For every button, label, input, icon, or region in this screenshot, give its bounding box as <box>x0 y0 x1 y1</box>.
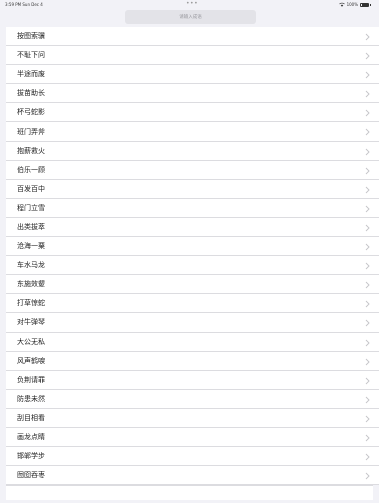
battery-level-fill <box>361 4 369 6</box>
list-item[interactable]: 车水马龙 <box>6 256 379 276</box>
list-item-label: 抱薪救火 <box>17 146 45 155</box>
list-item-label: 邯郸学步 <box>17 452 45 461</box>
list-item-label: 百发百中 <box>17 184 45 193</box>
list-item[interactable]: 风声鹤唳 <box>6 352 379 371</box>
idiom-list: 按图索骥不耻下问半途而废拔苗助长杯弓蛇影班门弄斧抱薪救火伯乐一顾百发百中程门立雪… <box>6 27 379 486</box>
chevron-right-icon <box>365 415 370 423</box>
list-item-label: 风声鹤唳 <box>17 356 45 365</box>
list-item-label: 不耻下问 <box>17 51 45 60</box>
list-item[interactable]: 对牛弹琴 <box>6 313 379 333</box>
search-placeholder: 请输入成语 <box>179 15 202 20</box>
list-item-label: 大公无私 <box>17 337 45 346</box>
wifi-icon <box>338 2 345 7</box>
chevron-right-icon <box>365 205 370 213</box>
chevron-right-icon <box>365 339 370 346</box>
chevron-right-icon <box>365 224 370 232</box>
list-item[interactable]: 东施效颦 <box>6 275 379 295</box>
chevron-right-icon <box>365 472 370 480</box>
list-item-label: 班门弄斧 <box>17 127 45 136</box>
chevron-right-icon <box>365 186 370 194</box>
list-item-label: 画龙点睛 <box>17 433 45 442</box>
list-item-label: 防患未然 <box>17 394 45 403</box>
chevron-right-icon <box>365 71 370 79</box>
status-time-date: 3:59 PM Sun Dec 4 <box>5 2 43 7</box>
list-item[interactable]: 杯弓蛇影 <box>6 103 379 123</box>
list-item[interactable]: 打草惊蛇 <box>6 294 379 314</box>
chevron-right-icon <box>365 300 370 308</box>
list-item[interactable]: 程门立雪 <box>6 199 379 218</box>
list-item[interactable]: 画龙点睛 <box>6 428 379 448</box>
list-item[interactable]: 半途而废 <box>6 65 379 85</box>
list-item-label: 半途而废 <box>17 70 45 79</box>
search-input[interactable]: 请输入成语 <box>125 10 256 24</box>
chevron-right-icon <box>365 262 370 270</box>
list-item-label: 东施效颦 <box>17 280 45 289</box>
list-item[interactable]: 刮目相看 <box>6 409 379 428</box>
list-item-label: 拔苗助长 <box>17 89 45 98</box>
list-item[interactable]: 沧海一粟 <box>6 237 379 257</box>
list-item[interactable]: 大公无私 <box>6 333 379 352</box>
list-item-label: 刮目相看 <box>17 413 45 422</box>
status-bar: 3:59 PM Sun Dec 4 ••• 100% <box>0 0 379 9</box>
list-item-label: 对牛弹琴 <box>17 318 45 327</box>
chevron-right-icon <box>365 358 370 365</box>
chevron-right-icon <box>365 281 370 289</box>
chevron-right-icon <box>365 243 370 251</box>
battery-icon <box>360 2 369 7</box>
chevron-right-icon <box>365 167 370 174</box>
list-item[interactable]: 百发百中 <box>6 180 379 199</box>
chevron-right-icon <box>365 33 370 41</box>
list-item[interactable]: 出类拔萃 <box>6 218 379 238</box>
list-item-label: 杯弓蛇影 <box>17 108 45 117</box>
list-item[interactable]: 邯郸学步 <box>6 447 379 467</box>
chevron-right-icon <box>365 90 370 98</box>
chevron-right-icon <box>365 453 370 461</box>
battery-cap <box>370 3 371 6</box>
list-footer <box>6 485 373 500</box>
list-item-label: 打草惊蛇 <box>17 299 45 308</box>
list-item-label: 负荆请罪 <box>17 375 45 384</box>
list-item[interactable]: 负荆请罪 <box>6 371 379 390</box>
list-item-label: 沧海一粟 <box>17 242 45 251</box>
list-item[interactable]: 拔苗助长 <box>6 84 379 104</box>
chevron-right-icon <box>365 148 370 155</box>
chevron-right-icon <box>365 396 370 404</box>
list-item-label: 出类拔萃 <box>17 222 45 231</box>
status-right-group: 100% <box>338 0 371 9</box>
multitasking-dots[interactable]: ••• <box>186 0 198 8</box>
chevron-right-icon <box>365 434 370 442</box>
list-item[interactable]: 不耻下问 <box>6 46 379 66</box>
list-item-label: 程门立雪 <box>17 203 45 212</box>
list-item[interactable]: 班门弄斧 <box>6 122 379 142</box>
chevron-right-icon <box>365 110 370 117</box>
chevron-right-icon <box>365 320 370 327</box>
battery-percent: 100% <box>346 2 358 7</box>
list-item-label: 伯乐一顾 <box>17 165 45 174</box>
list-item[interactable]: 伯乐一顾 <box>6 161 379 180</box>
chevron-right-icon <box>365 129 370 136</box>
list-item[interactable]: 防患未然 <box>6 390 379 409</box>
chevron-right-icon <box>365 377 370 385</box>
list-item[interactable]: 抱薪救火 <box>6 142 379 161</box>
list-item[interactable]: 按图索骥 <box>6 27 379 47</box>
chevron-right-icon <box>365 52 370 60</box>
list-item-label: 车水马龙 <box>17 261 45 270</box>
list-item[interactable]: 囫囵吞枣 <box>6 466 379 486</box>
list-item-label: 按图索骥 <box>17 32 45 41</box>
list-item-label: 囫囵吞枣 <box>17 471 45 480</box>
